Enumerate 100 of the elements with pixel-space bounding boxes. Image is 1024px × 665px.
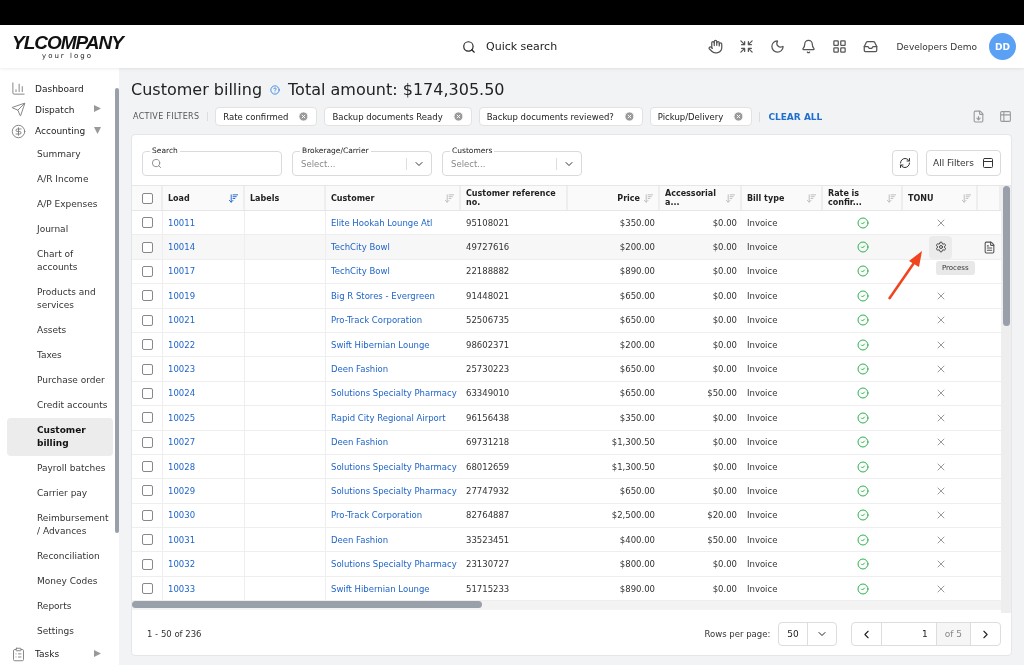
checkbox[interactable] (141, 436, 153, 448)
sidebar-subitem[interactable]: Assets (7, 317, 114, 343)
table-row[interactable]: 10025 Rapid City Regional Airport 96156438 $350.00 $0.00 Invoice (132, 406, 1001, 431)
table-row[interactable]: 10011 Elite Hookah Lounge Atl 95108021 $350.00 $0.00 Invoice (132, 211, 1001, 236)
sidebar-subitem[interactable]: Credit accounts (7, 392, 114, 418)
refresh-button[interactable] (892, 150, 918, 176)
checkbox[interactable] (141, 290, 153, 302)
sidebar-subitem[interactable]: Customer billing (7, 417, 114, 456)
checkbox[interactable] (141, 412, 153, 424)
checkbox[interactable] (141, 265, 153, 277)
checkbox[interactable] (141, 509, 153, 521)
sidebar-subitem[interactable]: A/R Income (7, 166, 114, 192)
sidebar-subitem[interactable]: Products and services (7, 279, 114, 318)
checkbox[interactable] (141, 339, 153, 351)
table-icon[interactable] (999, 110, 1012, 123)
column-header[interactable]: Customer reference no. (466, 189, 562, 207)
sidebar-subitem[interactable]: Reports (7, 593, 114, 619)
checkbox[interactable] (141, 314, 153, 326)
sidebar-subitem[interactable]: Summary (7, 141, 114, 167)
sidebar-item[interactable]: Dispatch (7, 99, 114, 121)
column-header[interactable]: Rate is confir... (828, 189, 883, 207)
table-row[interactable]: 10021 Pro-Track Corporation 52506735 $650.00 $0.00 Invoice (132, 308, 1001, 333)
table-row[interactable]: 10031 Deen Fashion 33523451 $400.00 $50.00 Invoice (132, 528, 1001, 553)
table-row[interactable]: 10032 Solutions Specialty Pharmacy 23130727 $800.00 $0.00 Invoice (132, 552, 1001, 577)
load-link[interactable]: 10028 (168, 461, 196, 472)
sidebar-subitem[interactable]: Payroll batches (7, 455, 114, 481)
sidebar-subitem[interactable]: Journal (7, 216, 114, 242)
column-header[interactable]: Load (168, 193, 190, 203)
sidebar-item[interactable]: Dashboard (7, 78, 114, 100)
sidebar-subitem[interactable]: Taxes (7, 342, 114, 368)
table-row[interactable]: 10024 Solutions Specialty Pharmacy 63349010 $650.00 $50.00 Invoice (132, 381, 1001, 407)
all-filters-button[interactable]: All Filters (926, 150, 1001, 176)
load-link[interactable]: 10022 (168, 339, 196, 350)
column-header[interactable]: Customer (331, 193, 375, 203)
table-row[interactable]: 10014 TechCity Bowl 49727616 $200.00 $0.00 Invoice (132, 235, 1001, 260)
quick-search-button[interactable]: Quick search (462, 39, 558, 54)
load-link[interactable]: 10023 (168, 364, 196, 375)
remove-icon[interactable] (298, 111, 310, 122)
filter-chip[interactable]: Rate confirmed (215, 107, 318, 126)
load-link[interactable]: 10024 (168, 388, 196, 399)
search-field[interactable] (142, 151, 282, 176)
remove-icon[interactable] (623, 111, 635, 122)
customer-link[interactable]: TechCity Bowl (331, 242, 390, 253)
file-download-icon[interactable] (972, 110, 985, 123)
table-row[interactable]: 10027 Deen Fashion 69731218 $1,300.50 $0.00 Invoice (132, 430, 1001, 455)
table-row[interactable]: 10033 Swift Hibernian Lounge 51715233 $890.00 $0.00 Invoice (132, 576, 1001, 602)
sidebar-subitem[interactable]: Chart of accounts (7, 241, 114, 280)
checkbox[interactable] (141, 363, 153, 375)
table-row[interactable]: 10028 Solutions Specialty Pharmacy 68012659 $1,300.50 $0.00 Invoice (132, 454, 1001, 480)
customer-link[interactable]: Deen Fashion (331, 364, 389, 375)
checkbox[interactable] (141, 387, 153, 399)
table-row[interactable]: 10019 Big R Stores - Evergreen 91448021 $650.00 $0.00 Invoice (132, 284, 1001, 309)
filter-chip[interactable]: Backup documents Ready (324, 107, 472, 126)
load-link[interactable]: 10027 (168, 437, 196, 448)
sidebar-subitem[interactable]: Settings (7, 618, 114, 644)
load-link[interactable]: 10019 (168, 290, 196, 301)
load-link[interactable]: 10031 (168, 534, 196, 545)
sidebar-subitem[interactable]: Reimbursement / Advances (7, 505, 114, 544)
column-header[interactable]: Labels (250, 193, 280, 203)
customer-link[interactable]: Pro-Track Corporation (331, 315, 423, 326)
sidebar-subitem[interactable]: Money Codes (7, 568, 114, 594)
remove-icon[interactable] (733, 111, 745, 122)
column-header[interactable]: Accessorial a... (665, 189, 722, 207)
column-header[interactable]: TONU (908, 193, 934, 203)
sort-icon[interactable] (228, 192, 239, 204)
customer-link[interactable]: Swift Hibernian Lounge (331, 339, 430, 350)
scrollbar-thumb[interactable] (115, 88, 119, 533)
checkbox[interactable] (141, 534, 153, 546)
table-row[interactable]: 10023 Deen Fashion 25730223 $650.00 $0.00 Invoice (132, 357, 1001, 382)
checkbox[interactable] (141, 217, 153, 229)
table-row[interactable]: 10022 Swift Hibernian Lounge 98602371 $200.00 $0.00 Invoice (132, 332, 1001, 358)
load-link[interactable]: 10011 (168, 217, 196, 228)
checkbox[interactable] (141, 192, 153, 204)
customer-link[interactable]: Big R Stores - Evergreen (331, 290, 435, 301)
load-link[interactable]: 10025 (168, 412, 196, 423)
customer-link[interactable]: Swift Hibernian Lounge (331, 583, 430, 594)
sidebar-subitem[interactable]: Carrier pay (7, 480, 114, 506)
checkbox[interactable] (141, 241, 153, 253)
customer-link[interactable]: Pro-Track Corporation (331, 510, 423, 521)
sidebar-item[interactable]: Tasks (7, 643, 114, 665)
sidebar-subitem[interactable]: A/P Expenses (7, 191, 114, 217)
rows-per-page-select[interactable]: 50 (778, 622, 837, 646)
customer-link[interactable]: Rapid City Regional Airport (331, 412, 446, 423)
customer-link[interactable]: Solutions Specialty Pharmacy (331, 559, 457, 570)
load-link[interactable]: 10033 (168, 583, 196, 594)
load-link[interactable]: 10014 (168, 242, 196, 253)
customer-link[interactable]: TechCity Bowl (331, 266, 390, 277)
document-icon[interactable] (983, 240, 996, 254)
remove-icon[interactable] (452, 111, 464, 122)
checkbox[interactable] (141, 558, 153, 570)
settings-button[interactable] (929, 235, 952, 259)
sidebar-subitem[interactable]: Reconciliation (7, 543, 114, 569)
load-link[interactable]: 10029 (168, 486, 196, 496)
checkbox[interactable] (141, 461, 153, 473)
checkbox[interactable] (141, 583, 153, 595)
clear-all-link[interactable]: CLEAR ALL (759, 111, 823, 122)
load-link[interactable]: 10021 (168, 315, 196, 326)
scrollbar-thumb[interactable] (132, 601, 482, 609)
customer-link[interactable]: Solutions Specialty Pharmacy (331, 388, 457, 399)
load-link[interactable]: 10030 (168, 510, 196, 521)
